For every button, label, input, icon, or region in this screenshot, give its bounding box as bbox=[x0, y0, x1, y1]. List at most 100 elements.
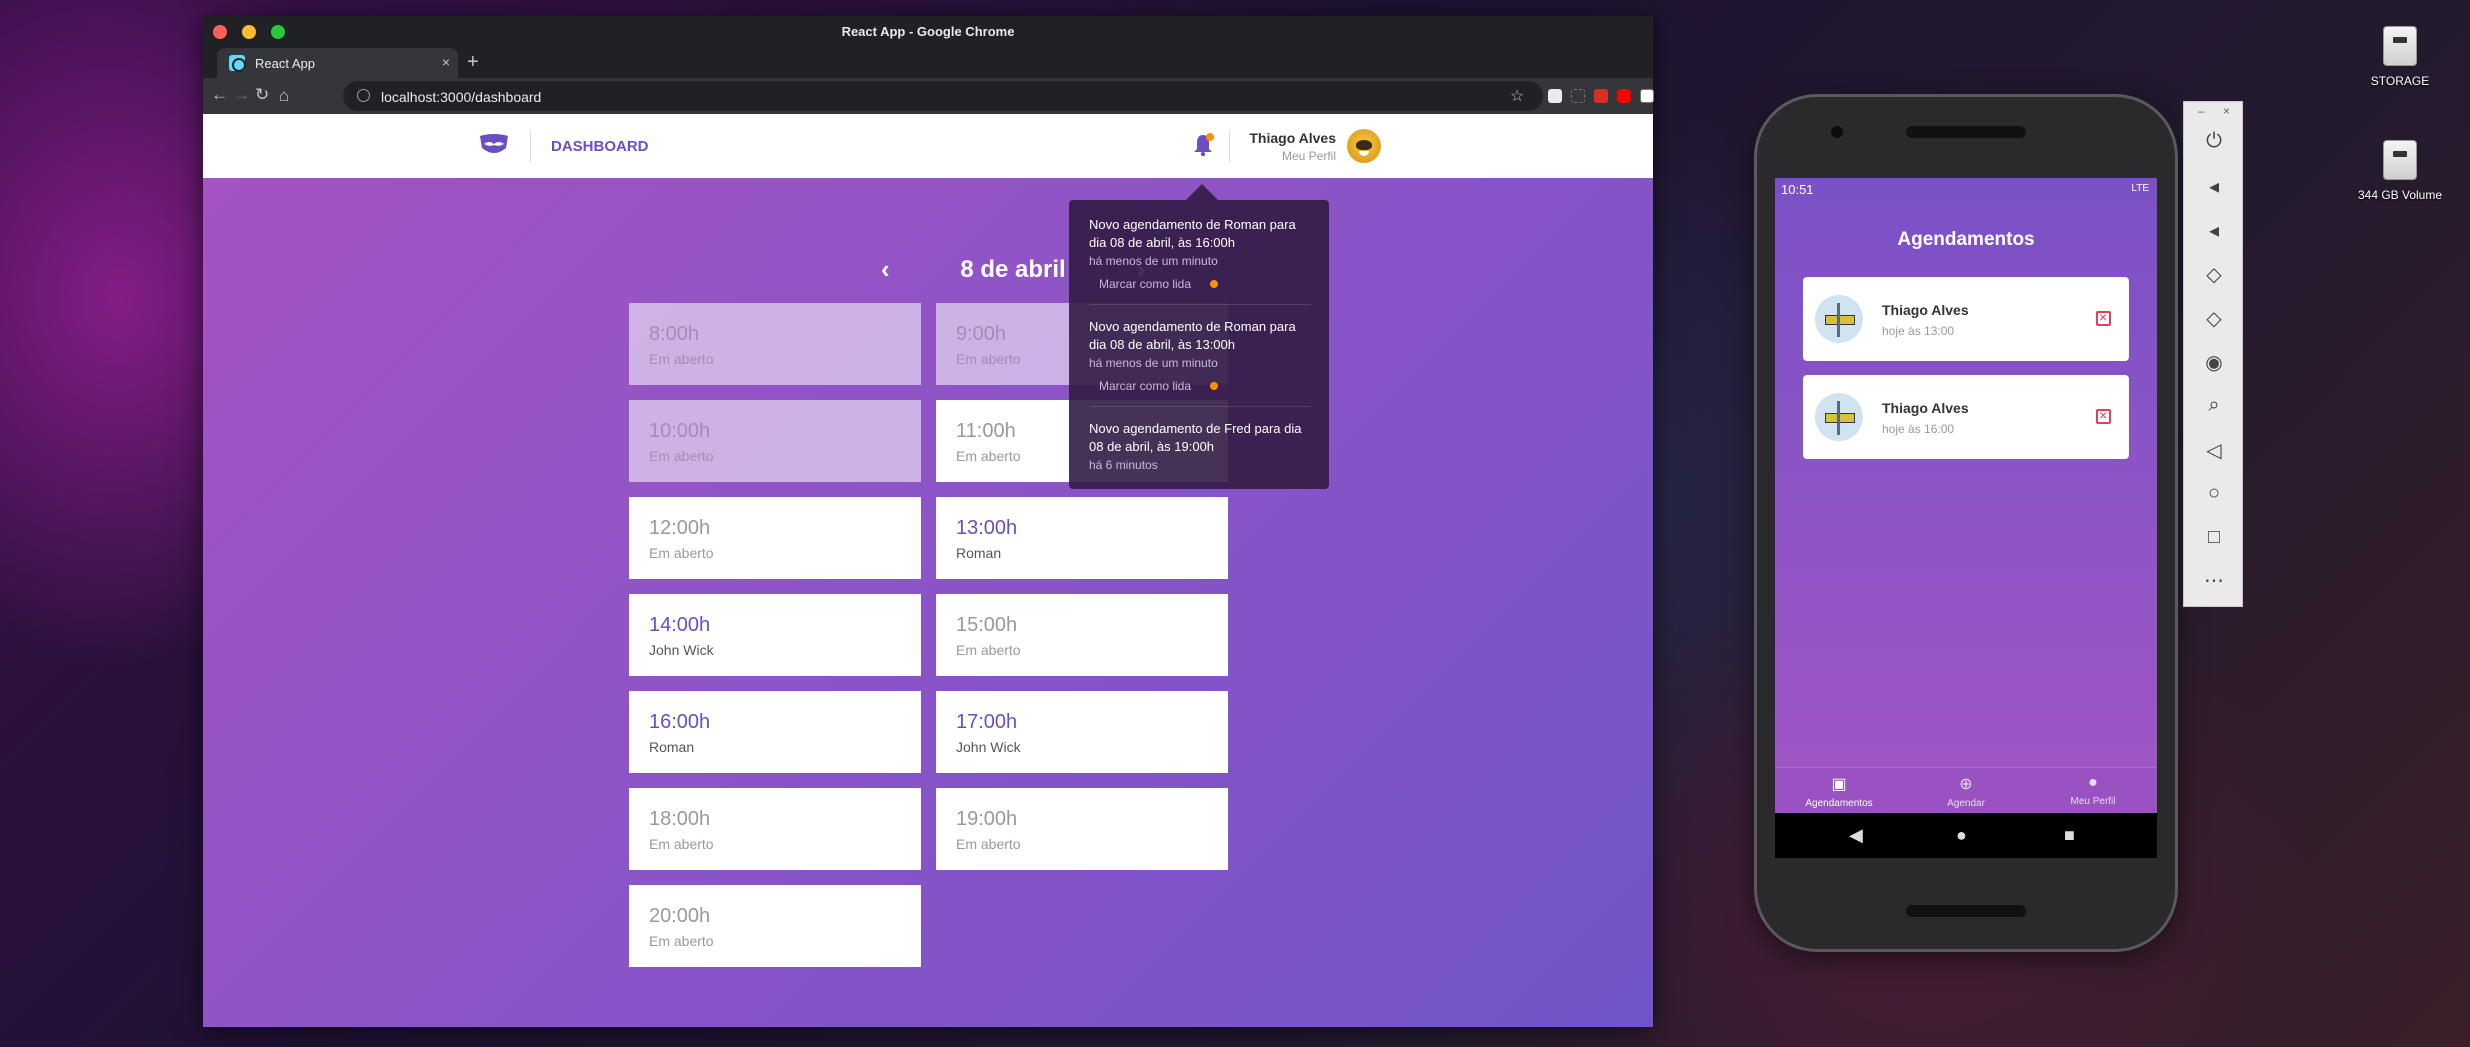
recents-square-icon[interactable]: ■ bbox=[2064, 825, 2075, 846]
reload-icon[interactable]: ↻ bbox=[255, 85, 269, 105]
volume-up-icon[interactable]: ◂ bbox=[2184, 174, 2244, 199]
rotate-right-icon[interactable]: ◇ bbox=[2184, 306, 2244, 331]
notification-time: há 6 minutos bbox=[1089, 458, 1158, 472]
dashboard-nav-link[interactable]: DASHBOARD bbox=[551, 138, 649, 155]
browser-tab[interactable]: React App × bbox=[217, 48, 458, 78]
tab-meu-perfil[interactable]: ● Meu Perfil bbox=[2043, 774, 2143, 807]
browser-window: React App - Google Chrome React App × + … bbox=[203, 16, 1654, 1027]
cancel-calendar-icon[interactable] bbox=[2096, 407, 2111, 424]
profile-link[interactable]: Meu Perfil bbox=[1282, 149, 1336, 163]
time-slot[interactable]: 17:00h John Wick bbox=[936, 691, 1228, 773]
time-slot[interactable]: 10:00h Em aberto bbox=[629, 400, 921, 482]
notification-text: Novo agendamento de Fred para dia 08 de … bbox=[1089, 421, 1302, 454]
notification-text: Novo agendamento de Roman para dia 08 de… bbox=[1089, 217, 1296, 250]
screen-title: Agendamentos bbox=[1897, 229, 2035, 250]
app-header: DASHBOARD Thiago Alves Meu Perfil bbox=[203, 114, 1653, 178]
volume-down-icon[interactable]: ◂ bbox=[2184, 218, 2244, 243]
overview-icon[interactable]: □ bbox=[2184, 526, 2244, 549]
bookmark-star-icon[interactable]: ☆ bbox=[1510, 86, 1524, 106]
bottom-speaker bbox=[1906, 905, 2026, 917]
mark-as-read-button[interactable]: Marcar como lida bbox=[1099, 277, 1191, 291]
desktop-icon-label: 344 GB Volume bbox=[2357, 188, 2443, 202]
home-icon[interactable]: ⌂ bbox=[279, 86, 289, 106]
time-slot[interactable]: 13:00h Roman bbox=[936, 497, 1228, 579]
forward-arrow-icon[interactable]: → bbox=[233, 85, 250, 105]
appointment-time: hoje às 13:00 bbox=[1882, 324, 1955, 338]
provider-avatar bbox=[1815, 295, 1863, 343]
back-icon[interactable]: ◁ bbox=[2184, 438, 2244, 463]
status-time: 10:51 bbox=[1781, 182, 1814, 197]
extension-red-icon[interactable] bbox=[1594, 89, 1608, 103]
calendar-icon: ▣ bbox=[1831, 776, 1847, 793]
notification-item: Novo agendamento de Fred para dia 08 de … bbox=[1089, 420, 1314, 472]
status-network: LTE bbox=[2131, 183, 2149, 194]
time-slot[interactable]: 16:00h Roman bbox=[629, 691, 921, 773]
slot-status: Em aberto bbox=[956, 351, 1021, 367]
tab-agendamentos[interactable]: ▣ Agendamentos bbox=[1789, 774, 1889, 809]
slot-status: Em aberto bbox=[956, 642, 1021, 658]
address-bar[interactable]: localhost:3000/dashboard ☆ bbox=[343, 81, 1543, 111]
slot-status: Em aberto bbox=[956, 448, 1021, 464]
volume-drive-icon[interactable]: 344 GB Volume bbox=[2340, 140, 2460, 202]
tab-agendar[interactable]: ⊕ Agendar bbox=[1916, 774, 2016, 809]
slot-time: 15:00h bbox=[956, 614, 1018, 636]
time-slot[interactable]: 14:00h John Wick bbox=[629, 594, 921, 676]
earpiece-speaker bbox=[1906, 126, 2026, 138]
zoom-icon[interactable]: ⌕ bbox=[2184, 394, 2244, 417]
cancel-calendar-icon[interactable] bbox=[2096, 309, 2111, 326]
tab-label: Agendar bbox=[1947, 798, 1985, 809]
time-slot[interactable]: 20:00h Em aberto bbox=[629, 885, 921, 967]
mustache-logo-icon[interactable] bbox=[478, 132, 510, 160]
youtube-icon[interactable] bbox=[1617, 89, 1631, 103]
header-divider bbox=[530, 130, 531, 162]
url-text[interactable]: localhost:3000/dashboard bbox=[381, 89, 541, 105]
user-name: Thiago Alves bbox=[1249, 130, 1336, 146]
notion-icon[interactable] bbox=[1640, 89, 1654, 103]
android-emulator: 10:51 LTE Agendamentos Thiago Alves hoje… bbox=[1757, 97, 2175, 949]
tab-title: React App bbox=[255, 56, 315, 71]
time-slot[interactable]: 19:00h Em aberto bbox=[936, 788, 1228, 870]
notification-item: Novo agendamento de Roman para dia 08 de… bbox=[1089, 216, 1314, 268]
appointment-card[interactable]: Thiago Alves hoje às 16:00 bbox=[1803, 375, 2129, 459]
new-tab-button[interactable]: + bbox=[467, 51, 479, 74]
user-avatar[interactable] bbox=[1347, 129, 1381, 163]
bottom-tab-bar: ▣ Agendamentos ⊕ Agendar ● Meu Perfil bbox=[1775, 767, 2157, 813]
time-slot[interactable]: 12:00h Em aberto bbox=[629, 497, 921, 579]
back-triangle-icon[interactable]: ◀ bbox=[1849, 825, 1863, 846]
camera-icon[interactable]: ◉ bbox=[2184, 350, 2244, 375]
tab-close-icon[interactable]: × bbox=[442, 54, 450, 70]
time-slot[interactable]: 18:00h Em aberto bbox=[629, 788, 921, 870]
slot-time: 11:00h bbox=[956, 420, 1016, 442]
phone-screen: 10:51 LTE Agendamentos Thiago Alves hoje… bbox=[1775, 178, 2157, 858]
slot-client: John Wick bbox=[956, 739, 1021, 755]
more-icon[interactable]: ⋯ bbox=[2184, 568, 2244, 593]
notifications-popover: Novo agendamento de Roman para dia 08 de… bbox=[1069, 200, 1329, 489]
mark-as-read-button[interactable]: Marcar como lida bbox=[1099, 379, 1191, 393]
power-icon[interactable]: ⏻ bbox=[2184, 130, 2244, 153]
unread-dot bbox=[1210, 382, 1218, 390]
home-icon[interactable]: ○ bbox=[2184, 482, 2244, 505]
status-bar: 10:51 LTE bbox=[1775, 178, 2157, 200]
rotate-left-icon[interactable]: ◇ bbox=[2184, 262, 2244, 287]
provider-avatar bbox=[1815, 393, 1863, 441]
home-circle-icon[interactable]: ● bbox=[1956, 825, 1967, 846]
tab-label: Agendamentos bbox=[1805, 798, 1873, 809]
screenshot-extension-icon[interactable] bbox=[1571, 89, 1585, 103]
emulator-close-icon[interactable]: × bbox=[2223, 104, 2230, 118]
appointment-name: Thiago Alves bbox=[1882, 400, 1969, 416]
appointment-card[interactable]: Thiago Alves hoje às 13:00 bbox=[1803, 277, 2129, 361]
info-icon[interactable] bbox=[357, 89, 370, 102]
time-slot[interactable]: 15:00h Em aberto bbox=[936, 594, 1228, 676]
notification-time: há menos de um minuto bbox=[1089, 254, 1218, 268]
emulator-minimize-icon[interactable]: – bbox=[2198, 104, 2205, 118]
appointment-name: Thiago Alves bbox=[1882, 302, 1969, 318]
extension-icon[interactable] bbox=[1548, 89, 1562, 103]
slot-status: Em aberto bbox=[649, 351, 714, 367]
storage-drive-icon[interactable]: STORAGE bbox=[2340, 26, 2460, 88]
back-arrow-icon[interactable]: ← bbox=[211, 85, 228, 105]
window-title: React App - Google Chrome bbox=[841, 24, 1015, 39]
slot-time: 14:00h bbox=[649, 614, 711, 636]
notification-item: Novo agendamento de Roman para dia 08 de… bbox=[1089, 318, 1314, 370]
time-slot[interactable]: 8:00h Em aberto bbox=[629, 303, 921, 385]
emulator-controls: – × ⏻ ◂ ◂ ◇ ◇ ◉ ⌕ ◁ ○ □ ⋯ bbox=[2183, 101, 2243, 607]
